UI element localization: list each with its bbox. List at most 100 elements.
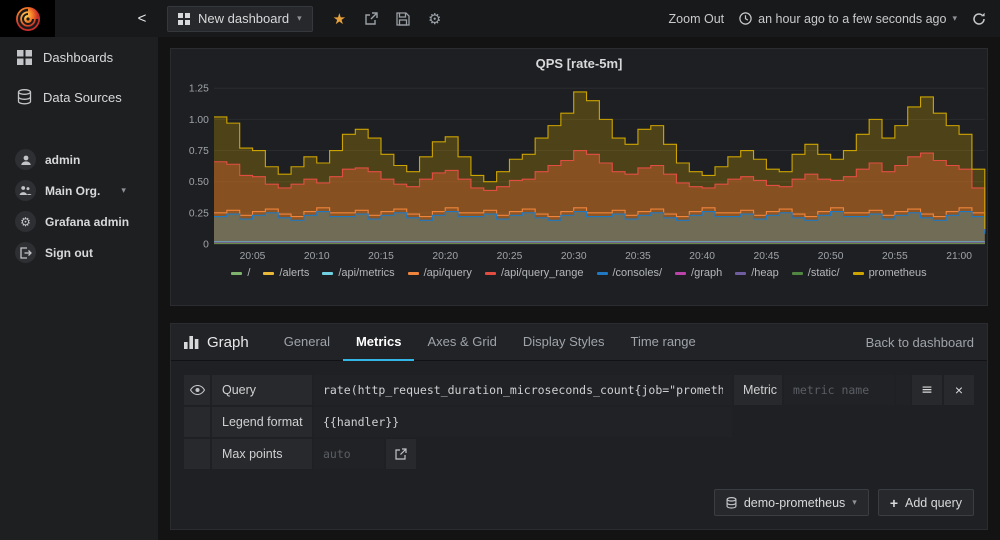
legend-label: /consoles/ xyxy=(613,267,663,279)
svg-text:20:10: 20:10 xyxy=(304,251,330,262)
tab-metrics[interactable]: Metrics xyxy=(343,324,415,361)
editor-footer: demo-prometheus ▾ + Add query xyxy=(714,489,974,516)
legend-item[interactable]: /consoles/ xyxy=(597,267,663,279)
svg-text:20:20: 20:20 xyxy=(432,251,458,262)
main-content: QPS [rate-5m] 0 0.25 0.50 0.75 1.00 1.25 20:05… xyxy=(158,37,1000,540)
legend-label: /heap xyxy=(751,267,779,279)
svg-text:20:35: 20:35 xyxy=(625,251,651,262)
svg-text:0.50: 0.50 xyxy=(189,177,209,188)
sidebar-item-data-sources[interactable]: Data Sources xyxy=(0,77,158,117)
dashboard-grid-icon xyxy=(178,13,190,25)
share-icon[interactable] xyxy=(364,12,378,26)
editor-header: Graph General Metrics Axes & Grid Displa… xyxy=(171,324,987,361)
sidebar-collapse-button[interactable]: < xyxy=(131,10,153,27)
legend-swatch xyxy=(322,272,333,275)
dashboard-picker-button[interactable]: New dashboard ▾ xyxy=(167,6,313,32)
legend-swatch xyxy=(597,272,608,275)
max-points-input-cell xyxy=(314,439,384,469)
legend-label: /api/query xyxy=(424,267,472,279)
legend-format-input-cell xyxy=(314,407,732,437)
legend-item[interactable]: prometheus xyxy=(853,267,927,279)
sidebar: Dashboards Data Sources admin Main Org. … xyxy=(0,37,158,540)
max-points-row: Max points xyxy=(184,439,974,469)
sidebar-item-admin[interactable]: admin xyxy=(0,144,158,175)
datasource-label: demo-prometheus xyxy=(744,496,845,510)
star-icon[interactable]: ★ xyxy=(333,10,346,28)
external-link-icon xyxy=(395,448,407,460)
legend-item[interactable]: /api/metrics xyxy=(322,267,394,279)
toggle-visibility-button[interactable] xyxy=(184,375,210,405)
sidebar-item-dashboards[interactable]: Dashboards xyxy=(0,37,158,77)
chart-legend: / /alerts/api/metrics/api/query/api/query… xyxy=(171,266,987,279)
time-picker-button[interactable]: an hour ago to a few seconds ago ▾ xyxy=(739,12,957,26)
tab-general[interactable]: General xyxy=(271,324,343,361)
tab-display-styles[interactable]: Display Styles xyxy=(510,324,618,361)
top-navbar: < New dashboard ▾ ★ ⚙ Zoom Out an hour a… xyxy=(0,0,1000,37)
datasource-selector-button[interactable]: demo-prometheus ▾ xyxy=(714,489,869,516)
max-points-input[interactable] xyxy=(314,439,384,469)
svg-text:1.00: 1.00 xyxy=(189,115,209,126)
dashboards-icon xyxy=(17,50,32,65)
legend-item[interactable]: /api/query_range xyxy=(485,267,584,279)
svg-text:20:05: 20:05 xyxy=(240,251,266,262)
tab-axes-grid[interactable]: Axes & Grid xyxy=(414,324,509,361)
row-void xyxy=(734,407,974,437)
legend-label: / xyxy=(247,267,250,279)
plus-icon: + xyxy=(890,495,898,511)
max-points-link-button[interactable] xyxy=(386,439,416,469)
svg-text:1.25: 1.25 xyxy=(189,84,209,95)
sidebar-item-main-org[interactable]: Main Org. ▾ xyxy=(0,175,158,206)
legend-item[interactable]: /graph xyxy=(675,267,722,279)
save-icon[interactable] xyxy=(396,12,410,26)
query-label: Query xyxy=(212,375,312,405)
svg-text:20:45: 20:45 xyxy=(754,251,780,262)
legend-format-input[interactable] xyxy=(314,407,732,437)
add-query-button[interactable]: + Add query xyxy=(878,489,974,516)
svg-text:20:40: 20:40 xyxy=(689,251,715,262)
legend-format-label: Legend format xyxy=(212,407,312,437)
sidebar-item-label: Data Sources xyxy=(43,90,122,105)
refresh-icon[interactable] xyxy=(972,12,986,26)
chevron-down-icon: ▾ xyxy=(121,186,126,196)
legend-item[interactable]: /api/query xyxy=(408,267,472,279)
legend-swatch xyxy=(792,272,803,275)
sidebar-item-label: Sign out xyxy=(45,246,93,260)
remove-query-button[interactable]: × xyxy=(944,375,974,405)
dashboard-title: New dashboard xyxy=(198,11,289,26)
zoom-out-button[interactable]: Zoom Out xyxy=(669,12,725,26)
sidebar-item-grafana-admin[interactable]: ⚙ Grafana admin xyxy=(0,206,158,237)
query-input[interactable] xyxy=(314,375,732,405)
query-menu-button[interactable]: ≡ xyxy=(912,375,942,405)
settings-gear-icon[interactable]: ⚙ xyxy=(428,10,441,28)
legend-swatch xyxy=(263,272,274,275)
legend-label: /alerts xyxy=(279,267,309,279)
legend-swatch xyxy=(735,272,746,275)
tab-time-range[interactable]: Time range xyxy=(617,324,708,361)
svg-text:0.75: 0.75 xyxy=(189,146,209,157)
metric-name-input[interactable] xyxy=(784,375,894,405)
max-points-label: Max points xyxy=(212,439,312,469)
qps-chart[interactable]: 00.250.500.751.001.2520:0520:1020:1520:2… xyxy=(177,74,993,266)
grafana-logo-icon xyxy=(15,6,41,32)
panel-title[interactable]: QPS [rate-5m] xyxy=(171,49,987,74)
legend-label: /graph xyxy=(691,267,722,279)
svg-text:20:55: 20:55 xyxy=(882,251,908,262)
time-range-label: an hour ago to a few seconds ago xyxy=(758,12,946,26)
legend-item[interactable]: /heap xyxy=(735,267,779,279)
legend-item[interactable]: /static/ xyxy=(792,267,840,279)
legend-item[interactable]: / xyxy=(231,267,250,279)
legend-swatch xyxy=(675,272,686,275)
grafana-logo[interactable] xyxy=(0,0,55,37)
legend-swatch xyxy=(408,272,419,275)
editor-panel-type: Graph xyxy=(184,334,249,351)
sidebar-item-sign-out[interactable]: Sign out xyxy=(0,237,158,268)
svg-text:0: 0 xyxy=(203,240,209,251)
back-to-dashboard-link[interactable]: Back to dashboard xyxy=(866,335,974,350)
legend-label: prometheus xyxy=(869,267,927,279)
row-spacer-cell xyxy=(184,407,210,437)
row-void xyxy=(418,439,974,469)
legend-item[interactable]: /alerts xyxy=(263,267,309,279)
legend-label: /static/ xyxy=(808,267,840,279)
bar-chart-icon xyxy=(184,336,199,349)
svg-text:0.25: 0.25 xyxy=(189,208,209,219)
